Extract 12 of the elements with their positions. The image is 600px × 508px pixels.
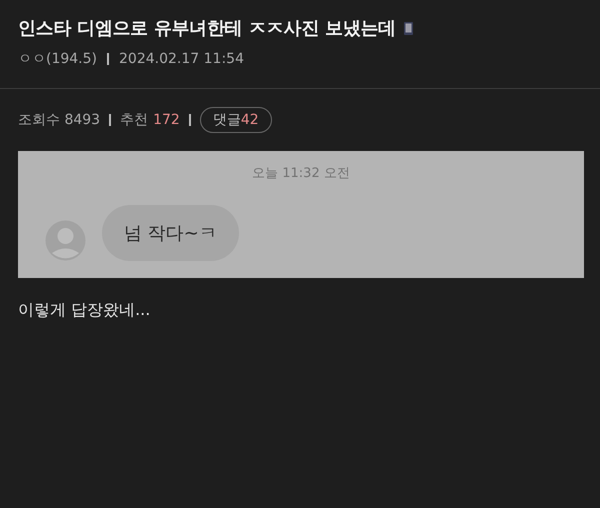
comments-link[interactable]: 댓글42	[200, 107, 272, 133]
image-icon	[404, 22, 413, 34]
post-date: 2024.02.17 11:54	[119, 51, 244, 67]
message-bubble: 넘 작다~ㅋ	[102, 205, 239, 261]
post-title: 인스타 디엠으로 유부녀한테 ㅈㅈ사진 보냈는데	[18, 17, 396, 40]
recommend-label: 추천	[120, 111, 148, 129]
message-timestamp: 오늘 11:32 오전	[252, 165, 350, 182]
recommend-count: 172	[153, 112, 180, 128]
views-label: 조회수 8493	[18, 111, 100, 129]
avatar-icon	[45, 220, 86, 261]
author-name[interactable]: ㅇㅇ(194.5)	[18, 50, 98, 68]
post-body: 이렇게 답장왔네...	[18, 300, 152, 321]
